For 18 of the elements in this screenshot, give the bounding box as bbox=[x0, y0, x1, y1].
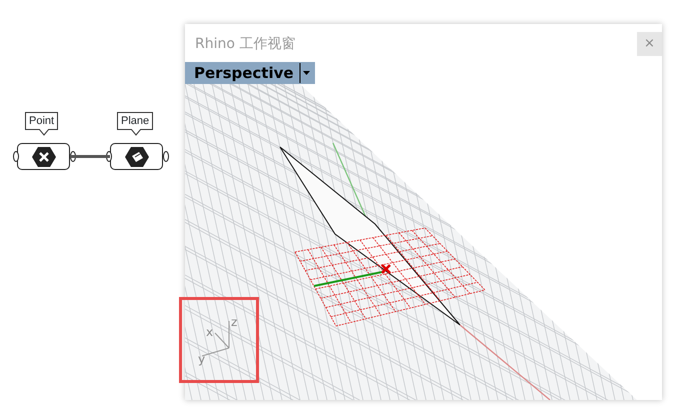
component-node[interactable] bbox=[110, 143, 163, 170]
tooltip-pointer bbox=[39, 129, 49, 136]
caret-icon bbox=[298, 63, 311, 83]
axis-indicator bbox=[202, 320, 230, 356]
port-icon[interactable] bbox=[163, 151, 169, 162]
viewport-tab[interactable]: Perspective bbox=[185, 62, 315, 84]
axis-label: y bbox=[198, 352, 206, 366]
port-icon[interactable] bbox=[13, 151, 19, 162]
point-icon bbox=[32, 146, 56, 168]
window-title: Rhino 工作视窗 bbox=[195, 35, 296, 54]
axis-line bbox=[314, 271, 382, 287]
axis-label: z bbox=[231, 315, 238, 329]
connection-wire bbox=[70, 155, 110, 158]
axis-label: x bbox=[206, 325, 214, 339]
component-node[interactable] bbox=[17, 143, 70, 170]
point-marker bbox=[380, 264, 392, 274]
tooltip-pointer bbox=[131, 129, 141, 136]
plane-icon bbox=[124, 146, 148, 168]
